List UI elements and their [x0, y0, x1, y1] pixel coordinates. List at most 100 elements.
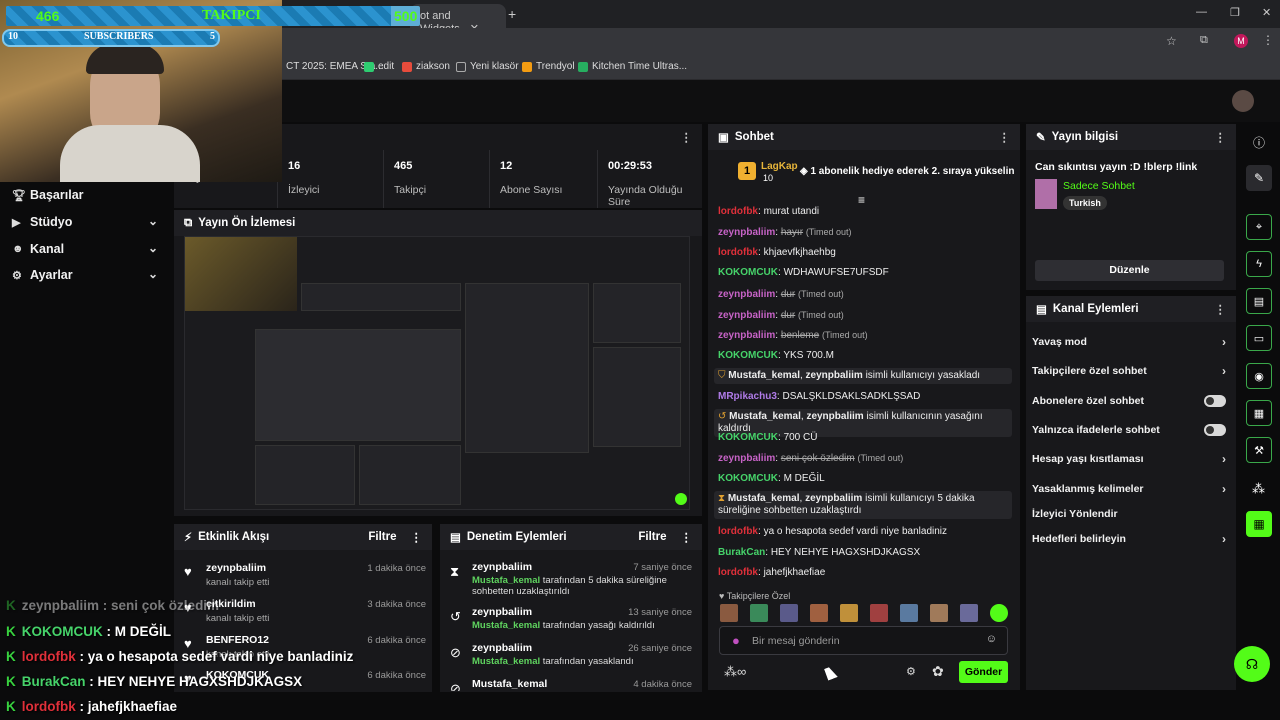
chevron-right-icon: ›	[1222, 364, 1226, 378]
emote-icon[interactable]	[780, 604, 798, 622]
star-icon[interactable]: ☆	[1166, 34, 1177, 48]
restore-icon[interactable]: ❐	[1230, 6, 1240, 19]
more-icon[interactable]: ⋮	[999, 130, 1011, 144]
emote-icon[interactable]	[930, 604, 948, 622]
pin-collapse-icon[interactable]: ≡	[858, 193, 865, 207]
emote-icon[interactable]	[750, 604, 768, 622]
tag-badge[interactable]: Turkish	[1063, 196, 1107, 210]
chat-input[interactable]: ● Bir mesaj gönderin ☺	[719, 626, 1008, 655]
category-thumbnail[interactable]	[1035, 179, 1057, 209]
emote-icon[interactable]	[990, 604, 1008, 622]
action-emote-only[interactable]: Yalnızca ifadelerle sohbet	[1024, 416, 1234, 444]
chat-message[interactable]: lordofbk: khjaevfkjhaehbg	[718, 247, 1008, 259]
stream-preview[interactable]	[184, 236, 690, 510]
activity-item[interactable]: ♥ zeynpbaliim kanalı takip etti 1 dakika ön…	[174, 560, 432, 596]
action-account-age[interactable]: Hesap yaşı kısıtlaması ›	[1024, 445, 1234, 473]
chat-message[interactable]: KOKOMCUK: M DEĞİL	[718, 473, 1008, 485]
broadcast-icon[interactable]: ◉	[1246, 363, 1272, 389]
activity-filter-button[interactable]: Filtre	[368, 531, 396, 543]
chat-message[interactable]: zeynpbaliim: seni çok özledim (Timed out…	[718, 452, 1008, 465]
emote-icon[interactable]	[900, 604, 918, 622]
chat-message[interactable]: lordofbk: ya o hesapota sedef vardi niye…	[718, 526, 1008, 538]
action-slow-mode[interactable]: Yavaş mod ›	[1024, 328, 1234, 356]
bookmark-item[interactable]: edit	[364, 61, 394, 72]
more-icon[interactable]: ⋮	[681, 130, 693, 144]
info-icon[interactable]: ⓘ	[1253, 134, 1265, 151]
chat-message[interactable]: zeynpbaliim: hayır (Timed out)	[718, 226, 1008, 239]
bookmark-item[interactable]: Trendyol	[522, 61, 575, 72]
bookmark-icon	[402, 61, 412, 72]
minimize-icon[interactable]: —	[1196, 6, 1207, 18]
chat-message[interactable]: zeynpbaliim: benleme (Timed out)	[718, 329, 1008, 342]
menu-icon[interactable]: ⋮	[1262, 33, 1274, 47]
gift-icon[interactable]: ✿	[932, 663, 944, 680]
chat-icon[interactable]: ▭	[1246, 325, 1272, 351]
moderation-filter-button[interactable]: Filtre	[638, 531, 666, 543]
chat-message[interactable]: BurakCan: HEY NEHYE HAGXSHDJKAGSX	[718, 547, 1008, 559]
toggle-switch[interactable]	[1204, 424, 1226, 436]
clapper-icon[interactable]: ▦	[1246, 511, 1272, 537]
layout-icon[interactable]: ▦	[1246, 400, 1272, 426]
nav-item-channel[interactable]: ☻ Kanal ⌄	[0, 236, 172, 262]
action-set-goals[interactable]: Hedefleri belirleyin ›	[1024, 525, 1234, 553]
overlay-chat-line: Klordofbk : ya o hesapota sedef vardi ni…	[6, 649, 354, 664]
microphone-icon[interactable]: ●	[732, 633, 740, 648]
more-icon[interactable]: ⋮	[411, 530, 423, 544]
emote-icon[interactable]	[960, 604, 978, 622]
chat-message[interactable]: lordofbk: murat utandi	[718, 206, 1008, 218]
moderation-item[interactable]: ⊘ zeynpbaliim 26 saniye önce Mustafa_kemal …	[440, 641, 702, 677]
toggle-switch[interactable]	[1204, 395, 1226, 407]
action-banned-words[interactable]: Yasaklanmış kelimeler ›	[1024, 475, 1234, 503]
nav-item-studio[interactable]: ▶ Stüdyo ⌄	[0, 209, 172, 235]
streamer-hair	[86, 44, 164, 74]
chevron-right-icon: ›	[1222, 452, 1226, 466]
edit-icon[interactable]: ✎	[1246, 165, 1272, 191]
emoji-icon[interactable]: ☺	[986, 633, 997, 645]
pinned-user[interactable]: LagKap	[761, 161, 798, 172]
settings-icon[interactable]: ⚙	[906, 665, 916, 678]
user-avatar[interactable]	[1232, 90, 1254, 112]
more-icon[interactable]: ⋮	[681, 530, 693, 544]
new-tab-icon[interactable]: +	[508, 6, 516, 22]
moderation-item[interactable]: ⧗ zeynpbaliim 7 saniye önce Mustafa_kemal t…	[440, 560, 702, 597]
send-button[interactable]: Gönder	[959, 661, 1008, 683]
action-subscribers-only[interactable]: Abonelere özel sohbet	[1024, 387, 1234, 415]
emote-icon[interactable]	[720, 604, 738, 622]
bookmark-item[interactable]: ziakson	[402, 61, 450, 72]
edit-button[interactable]: Düzenle	[1035, 260, 1224, 281]
close-window-icon[interactable]: ✕	[1262, 6, 1271, 19]
category-link[interactable]: Sadece Sohbet	[1063, 180, 1135, 192]
chat-message[interactable]: lordofbk: jahefjkhaefiae	[718, 567, 1008, 579]
chat-message[interactable]: zeynpbaliim: dur (Timed out)	[718, 309, 1008, 322]
bookmark-item[interactable]: Kitchen Time Ultras...	[578, 61, 687, 72]
support-button[interactable]: ☊	[1234, 646, 1270, 682]
emote-icon[interactable]	[840, 604, 858, 622]
points-icon[interactable]: ⁂∞	[724, 664, 746, 680]
wrench-icon[interactable]: ⚒	[1246, 437, 1272, 463]
action-followers-only[interactable]: Takipçilere özel sohbet ›	[1024, 357, 1234, 385]
moderation-item[interactable]: ↺ zeynpbaliim 13 saniye önce Mustafa_kemal …	[440, 605, 702, 641]
stat-uptime: 00:29:53 Yayında Olduğu Süre	[608, 160, 683, 208]
action-raid[interactable]: İzleyici Yönlendir	[1024, 500, 1234, 528]
stream-title: Can sıkıntısı yayın :D !blerp !link	[1035, 161, 1198, 173]
profile-avatar[interactable]: M	[1234, 34, 1248, 48]
emote-icon[interactable]	[810, 604, 828, 622]
nav-item-settings[interactable]: ⚙ Ayarlar ⌄	[0, 262, 172, 288]
bookmark-item[interactable]: Yeni klasör	[456, 61, 519, 72]
chat-message[interactable]: KOKOMCUK: YKS 700.M	[718, 350, 1008, 362]
chat-message[interactable]: zeynpbaliim: dur (Timed out)	[718, 288, 1008, 301]
nav-item-achievements[interactable]: 🏆︎ Başarılar	[0, 182, 172, 208]
more-icon[interactable]: ⋮	[1215, 130, 1227, 144]
document-icon[interactable]: ▤	[1246, 288, 1272, 314]
more-icon[interactable]: ⋮	[1215, 302, 1227, 316]
extensions-icon[interactable]: ⧉	[1200, 34, 1208, 47]
browser-tab[interactable]: ot and Widgets✕	[410, 4, 506, 35]
scan-icon[interactable]: ⌖	[1246, 214, 1272, 240]
nodes-icon[interactable]: ⁂	[1252, 481, 1265, 497]
moderation-item[interactable]: ⊘ Mustafa_kemal 4 dakika önce	[440, 677, 702, 691]
bolt-icon[interactable]: ϟ	[1246, 251, 1272, 277]
chat-message[interactable]: KOKOMCUK: WDHAWUFSE7UFSDF	[718, 267, 1008, 279]
emote-icon[interactable]	[870, 604, 888, 622]
chat-message[interactable]: KOKOMCUK: 700 CÜ	[718, 432, 1008, 444]
chat-message[interactable]: MRpikachu3: DSALŞKLDSAKLSADKLŞSAD	[718, 391, 1008, 403]
